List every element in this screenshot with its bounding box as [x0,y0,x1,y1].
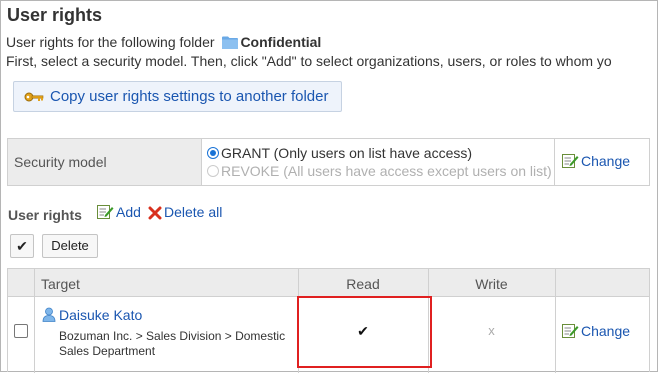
table-header: Target Read Write [8,269,649,297]
add-link[interactable]: Add [116,204,141,220]
user-name-link[interactable]: Daisuke Kato [59,307,142,323]
page-title: User rights [7,5,103,25]
copy-rights-label: Copy user rights settings to another fol… [50,88,329,105]
instructions-text: First, select a security model. Then, cl… [6,53,612,69]
column-read: Read [346,276,380,292]
column-target: Target [41,276,80,292]
grant-option[interactable]: GRANT (Only users on list have access) [207,144,554,162]
security-model-change-button[interactable]: Change [556,139,650,185]
folder-intro: User rights for the following folder Con… [6,34,321,50]
delete-button[interactable]: Delete [42,234,98,258]
user-org-path: Bozuman Inc. > Sales Division > Domestic… [59,329,286,358]
select-all-button[interactable]: ✔ [10,234,34,258]
delete-all-button[interactable]: Delete all [148,204,222,223]
column-write: Write [475,276,508,292]
folder-icon [222,36,239,49]
edit-icon [562,323,579,342]
security-model-options: GRANT (Only users on list have access) R… [203,139,555,185]
key-icon [24,84,44,113]
column-divider [555,269,556,373]
copy-rights-button[interactable]: Copy user rights settings to another fol… [13,81,342,112]
table-row-user: Daisuke Kato [42,307,142,325]
grant-label: GRANT (Only users on list have access) [221,145,473,161]
edit-icon [562,153,579,172]
row-change-link[interactable]: Change [581,323,630,339]
highlight-box [297,296,432,368]
row-checkbox[interactable] [14,324,28,338]
delete-all-link[interactable]: Delete all [164,204,222,220]
change-link[interactable]: Change [581,153,630,169]
intro-text: User rights for the following folder [6,34,215,50]
add-button[interactable]: Add [97,204,141,223]
row-change-button[interactable]: Change [562,323,630,342]
folder-name[interactable]: Confidential [240,34,321,50]
revoke-label: REVOKE (All users have access except use… [221,163,552,179]
security-model-label: Security model [8,139,202,185]
grant-radio[interactable] [207,147,219,159]
column-divider [34,269,35,373]
user-rights-heading: User rights [8,207,82,223]
user-icon [42,307,56,325]
revoke-option: REVOKE (All users have access except use… [207,162,554,180]
write-x-mark: x [488,323,495,338]
revoke-radio [207,165,219,177]
add-icon [97,204,114,223]
delete-x-icon [148,206,162,223]
security-model-table: Security model GRANT (Only users on list… [7,138,650,186]
